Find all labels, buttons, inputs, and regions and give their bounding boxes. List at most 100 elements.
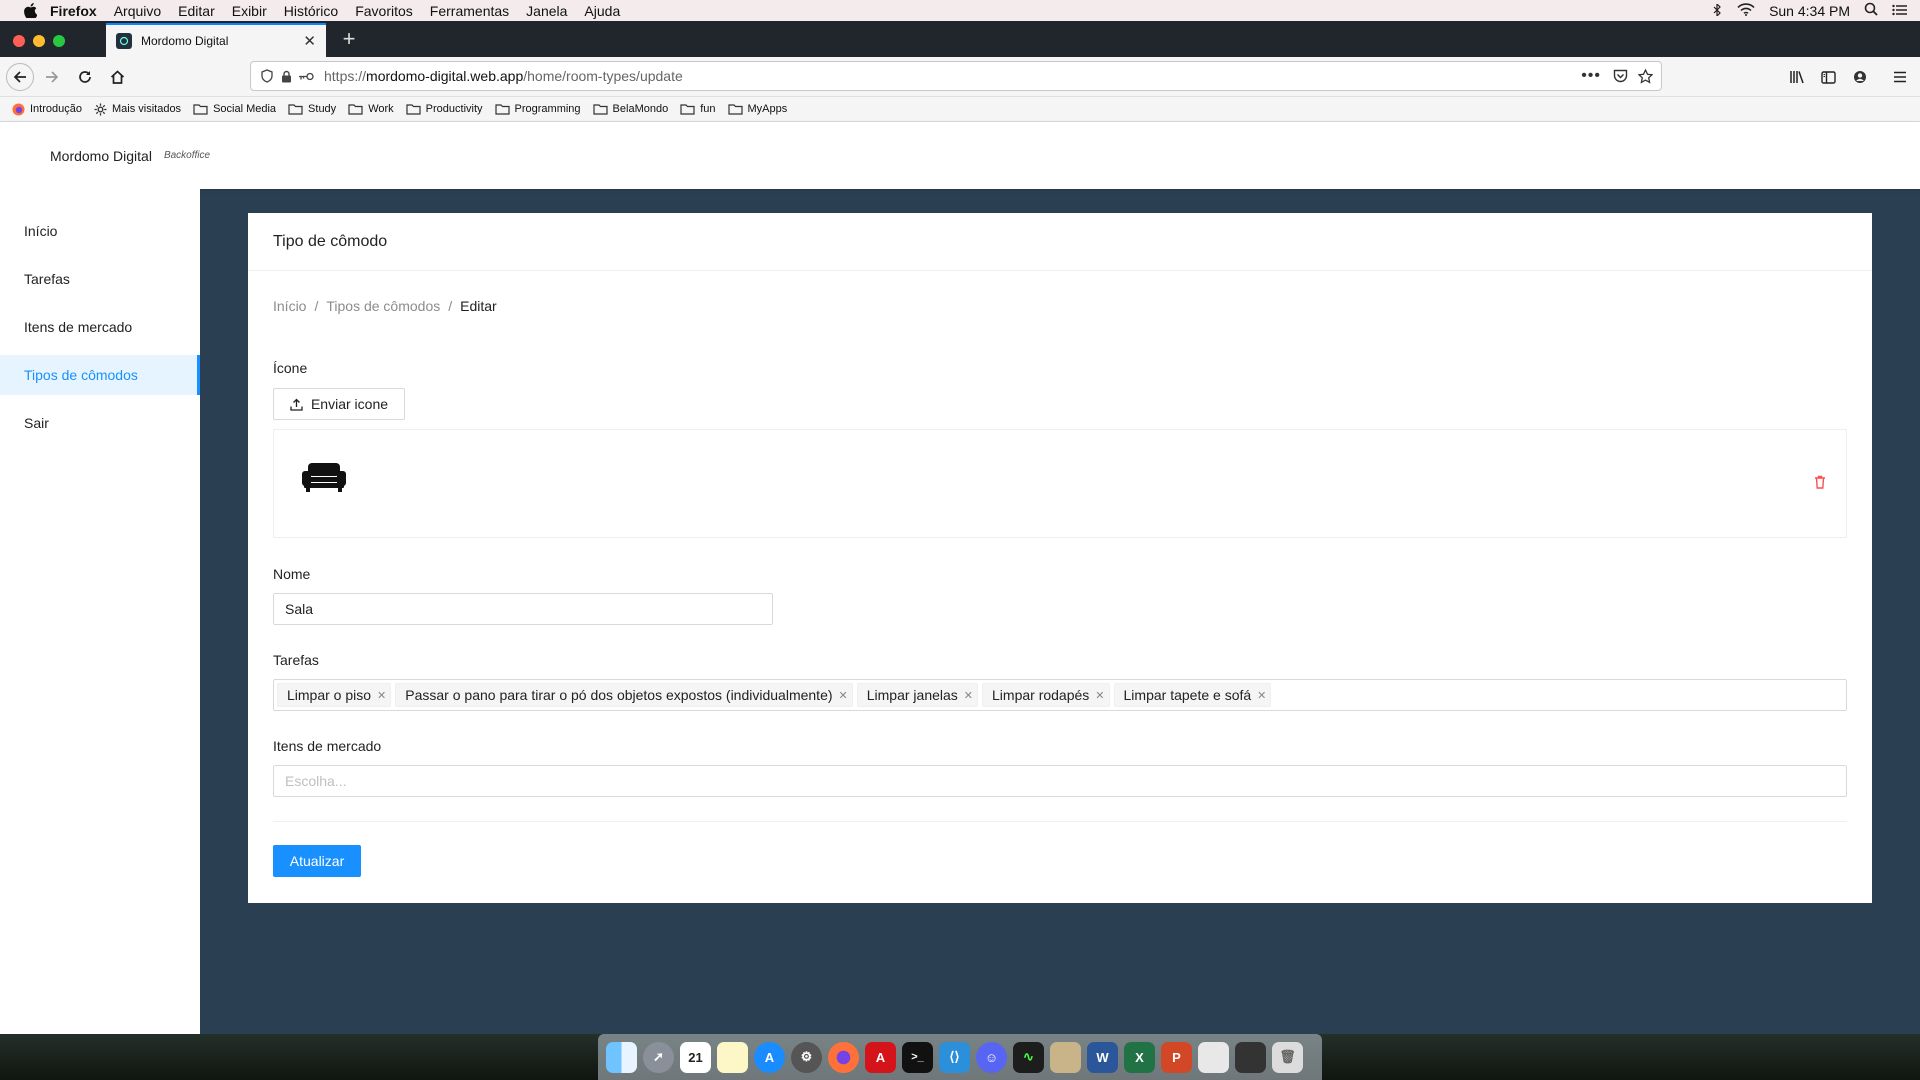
acrobat-icon[interactable]: A (865, 1041, 896, 1073)
menu-favoritos[interactable]: Favoritos (355, 3, 413, 19)
account-icon[interactable] (1848, 65, 1872, 89)
menubar-clock[interactable]: Sun 4:34 PM (1769, 3, 1850, 19)
bookmark-introducao[interactable]: Introdução (12, 103, 82, 116)
task-tag: Limpar rodapés ✕ (982, 683, 1110, 707)
window-zoom-icon[interactable] (53, 35, 65, 47)
tag-remove-icon[interactable]: ✕ (1095, 689, 1104, 702)
bookmark-folder-study[interactable]: Study (288, 103, 336, 115)
bookmark-label: fun (700, 103, 716, 115)
menu-historico[interactable]: Histórico (284, 3, 338, 19)
archive-utility-icon[interactable] (1050, 1041, 1081, 1073)
sidebar-item-sair[interactable]: Sair (0, 403, 200, 443)
delete-trash-icon[interactable] (1814, 475, 1826, 494)
page-actions-icon[interactable]: ••• (1581, 67, 1601, 85)
word-icon[interactable]: W (1087, 1041, 1118, 1073)
calendar-icon[interactable]: 21 (680, 1041, 711, 1073)
bookmark-folder-belamondo[interactable]: BelaMondo (592, 103, 668, 115)
tag-remove-icon[interactable]: ✕ (377, 689, 386, 702)
tag-remove-icon[interactable]: ✕ (1257, 689, 1266, 702)
trash-can-icon[interactable]: 🗑 (1272, 1041, 1303, 1073)
tag-remove-icon[interactable]: ✕ (964, 689, 973, 702)
reload-icon[interactable] (73, 65, 97, 89)
bookmark-star-icon[interactable] (1638, 68, 1653, 84)
powerpoint-icon[interactable]: P (1161, 1041, 1192, 1073)
tracking-shield-icon[interactable] (261, 69, 273, 83)
task-tag: Passar o pano para tirar o pó dos objeto… (395, 683, 853, 707)
task-tag-label: Limpar janelas (866, 687, 958, 703)
system-preferences-gear-icon[interactable]: ⚙ (791, 1041, 822, 1073)
app-brand[interactable]: Mordomo Digital (50, 148, 152, 164)
bookmark-folder-programming[interactable]: Programming (494, 103, 581, 115)
breadcrumb-inicio[interactable]: Início (273, 298, 306, 314)
terminal-icon[interactable]: >_ (902, 1041, 933, 1073)
breadcrumb-tipos-de-comodos[interactable]: Tipos de cômodos (326, 298, 440, 314)
bookmark-folder-myapps[interactable]: MyApps (727, 103, 788, 115)
app-store-icon[interactable]: A (754, 1041, 785, 1073)
tag-remove-icon[interactable]: ✕ (839, 689, 848, 702)
browser-tab-active[interactable]: Mordomo Digital ✕ (106, 23, 326, 57)
bookmark-label: Work (368, 103, 394, 115)
discord-icon[interactable]: ☺ (976, 1041, 1007, 1073)
permissions-key-icon[interactable] (298, 72, 314, 81)
menu-arquivo[interactable]: Arquivo (114, 3, 161, 19)
firefox-dock-icon[interactable] (828, 1041, 859, 1073)
bookmark-folder-social-media[interactable]: Social Media (193, 103, 276, 115)
sidebar-item-tarefas[interactable]: Tarefas (0, 259, 200, 299)
upload-button-label: Enviar icone (310, 396, 389, 412)
apple-icon[interactable] (22, 3, 38, 19)
bookmark-label: MyApps (747, 103, 788, 115)
pocket-icon[interactable] (1613, 69, 1628, 83)
window-close-icon[interactable] (13, 35, 25, 47)
folder-icon (193, 103, 208, 115)
wifi-icon[interactable] (1737, 2, 1755, 19)
control-center-icon[interactable] (1892, 3, 1908, 19)
task-tag-label: Limpar tapete e sofá (1123, 687, 1252, 703)
sidebar-item-itens-de-mercado[interactable]: Itens de mercado (0, 307, 200, 347)
menu-app-name[interactable]: Firefox (50, 3, 97, 19)
tasks-multiselect[interactable]: Limpar o piso ✕ Passar o pano para tirar … (273, 679, 1847, 711)
market-items-select[interactable] (273, 765, 1847, 797)
menu-janela[interactable]: Janela (526, 3, 567, 19)
bookmark-folder-work[interactable]: Work (348, 103, 394, 115)
forward-arrow-icon[interactable] (40, 65, 64, 89)
menu-ferramentas[interactable]: Ferramentas (430, 3, 509, 19)
bookmark-mais-visitados[interactable]: Mais visitados (94, 103, 181, 116)
name-input[interactable] (273, 593, 773, 625)
vscode-icon[interactable]: ⟨⟩ (939, 1041, 970, 1073)
bookmark-folder-fun[interactable]: fun (680, 103, 716, 115)
url-path: /home/room-types/update (523, 68, 683, 84)
menu-editar[interactable]: Editar (178, 3, 215, 19)
lock-icon[interactable] (281, 70, 292, 83)
favicon-icon (116, 33, 132, 49)
url-bar[interactable]: https://mordomo-digital.web.app/home/roo… (250, 61, 1662, 91)
menu-exibir[interactable]: Exibir (232, 3, 267, 19)
bluetooth-icon[interactable] (1711, 2, 1723, 19)
notes-icon[interactable] (717, 1041, 748, 1073)
name-field-label: Nome (273, 566, 311, 582)
tab-close-icon[interactable]: ✕ (303, 32, 316, 50)
upload-icon-button[interactable]: Enviar icone (273, 388, 405, 420)
update-button[interactable]: Atualizar (273, 845, 361, 877)
library-icon[interactable] (1785, 65, 1809, 89)
spotlight-search-icon[interactable] (1864, 2, 1878, 19)
sidebar-toggle-icon[interactable] (1816, 65, 1840, 89)
sidebar-item-inicio[interactable]: Início (0, 211, 200, 251)
screen-mirroring-icon[interactable] (1235, 1041, 1266, 1073)
breadcrumb: Início / Tipos de cômodos / Editar (273, 298, 497, 314)
bookmark-label: Study (308, 103, 337, 115)
menu-ajuda[interactable]: Ajuda (584, 3, 620, 19)
home-icon[interactable] (105, 65, 129, 89)
document-stack-icon[interactable] (1198, 1041, 1229, 1073)
excel-icon[interactable]: X (1124, 1041, 1155, 1073)
activity-monitor-icon[interactable]: ∿ (1013, 1041, 1044, 1073)
finder-icon[interactable] (606, 1041, 637, 1073)
window-minimize-icon[interactable] (33, 35, 45, 47)
new-tab-plus-icon[interactable]: + (336, 26, 362, 52)
hamburger-menu-icon[interactable] (1888, 65, 1912, 89)
macos-menu-bar: Firefox Arquivo Editar Exibir Histórico … (0, 0, 1920, 21)
sidebar-item-tipos-de-comodos[interactable]: Tipos de cômodos (0, 355, 200, 395)
back-arrow-icon[interactable] (6, 63, 34, 91)
bookmark-folder-productivity[interactable]: Productivity (406, 103, 483, 115)
launchpad-rocket-icon[interactable]: ➚ (643, 1041, 674, 1073)
breadcrumb-separator: / (448, 298, 453, 314)
